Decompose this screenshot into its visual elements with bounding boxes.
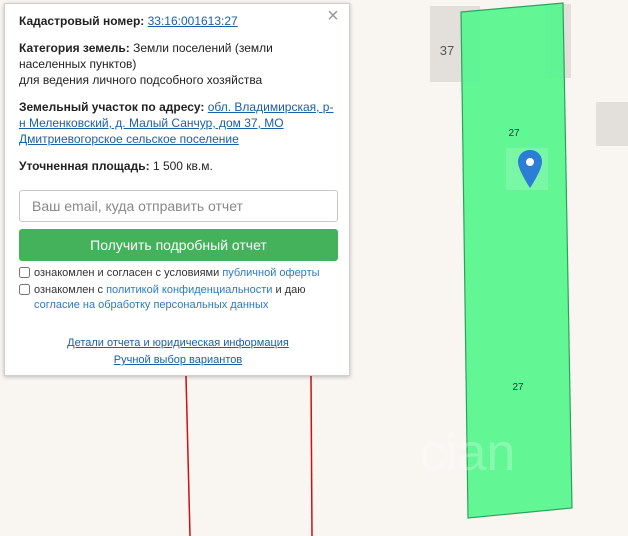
area-label: Уточненная площадь: [19,159,150,173]
parcel-label-bottom: 27 [512,382,524,393]
consent-privacy-text-a: ознакомлен с [34,284,104,296]
category-row: Категория земель: Земли поселений (земли… [19,40,273,88]
address-row: Земельный участок по адресу: обл. Владим… [19,99,333,147]
area-row: Уточненная площадь: 1 500 кв.м. [19,158,213,174]
close-icon[interactable]: × [325,6,341,26]
cadastral-row: Кадастровый номер: 33:16:001613:27 [19,13,238,29]
privacy-policy-link[interactable]: политикой конфиденциальности [106,284,272,296]
personal-data-link[interactable]: согласие на обработку персональных данны… [19,299,268,311]
category-value-2: населенных пунктов) [19,57,137,71]
public-offer-link[interactable]: публичной оферты [222,267,319,279]
boundary-line-right [310,375,313,536]
manual-select-link[interactable]: Ручной выбор вариантов [5,354,351,366]
category-value-3: для ведения личного подсобного хозяйства [19,73,263,87]
consent-privacy-text-b: и даю [275,284,306,296]
parcel-info-popup: × Кадастровый номер: 33:16:001613:27 Кат… [4,3,350,376]
address-link-1[interactable]: обл. Владимирская, р- [208,100,334,114]
location-marker-icon[interactable] [506,148,548,190]
consent-privacy: ознакомлен с политикой конфиденциальност… [19,283,306,313]
consent-privacy-checkbox[interactable] [19,284,30,295]
email-input[interactable] [19,190,338,222]
address-link-3[interactable]: Дмитриевогорское сельское поселение [19,132,239,146]
address-label: Земельный участок по адресу: [19,100,205,114]
consent-offer-checkbox[interactable] [19,267,30,278]
category-value-1: Земли поселений (земли [133,41,273,55]
area-value: 1 500 кв.м. [152,159,213,173]
details-link[interactable]: Детали отчета и юридическая информация [5,337,351,349]
lot-label-37: 37 [440,43,454,58]
category-label: Категория земель: [19,41,130,55]
consent-offer-text: ознакомлен и согласен с условиями [34,267,220,279]
cadastral-number-link[interactable]: 33:16:001613:27 [148,14,238,28]
cadastral-label: Кадастровый номер: [19,14,145,28]
watermark: cian [420,424,515,482]
get-report-button[interactable]: Получить подробный отчет [19,229,338,261]
address-link-2[interactable]: н Меленковский, д. Малый Санчур, дом 37,… [19,116,284,130]
consent-offer: ознакомлен и согласен с условиями публич… [19,266,320,281]
building-right [596,102,628,146]
parcel-label-top: 27 [508,128,520,139]
